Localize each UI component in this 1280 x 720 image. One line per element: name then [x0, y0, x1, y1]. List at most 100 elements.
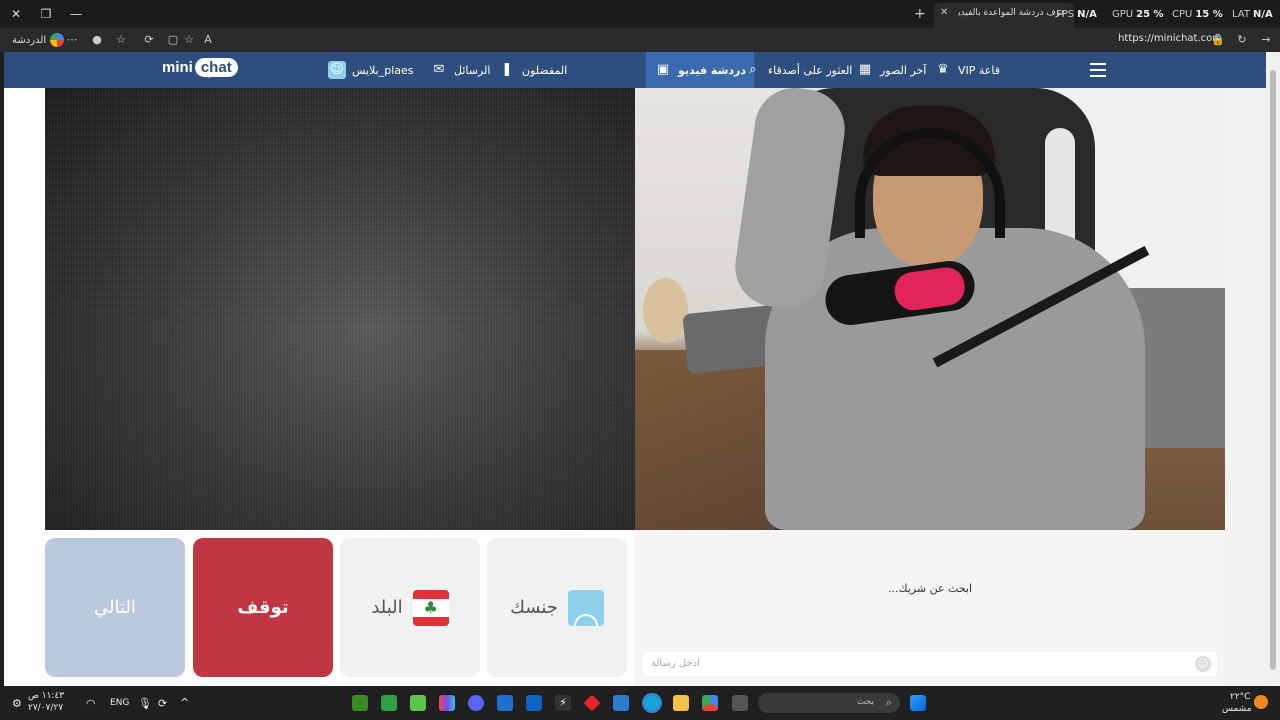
site-nav: mini chat ☺ بلايس_plaes ✉ الرسائل ❚ المف…	[4, 52, 1266, 88]
nav-latest-photos[interactable]: ▦ آخر الصور	[848, 52, 934, 88]
reload-icon[interactable]: ↻	[1234, 32, 1250, 48]
hud-gpu: GPU 25 %	[1112, 9, 1164, 20]
scrollbar-thumb[interactable]	[1270, 70, 1276, 670]
split-screen-icon[interactable]: ▢	[165, 32, 181, 48]
taskbar-search-placeholder: بحث	[856, 697, 874, 707]
envelope-icon: ✉	[433, 62, 445, 77]
message-input-placeholder: ادخل رسالة	[651, 658, 700, 669]
gender-label: جنسك	[510, 597, 558, 618]
nav-favorites-label: المفضلون	[522, 63, 568, 77]
nav-profile-label: بلايس_plaes	[352, 63, 414, 77]
discord-icon[interactable]	[468, 695, 484, 711]
weather-desc[interactable]: مشمس	[1222, 704, 1252, 714]
scrollbar[interactable]	[1266, 52, 1280, 686]
mail-icon[interactable]	[497, 695, 513, 711]
nav-find-friends-label: العثور على أصدقاء	[768, 63, 853, 77]
minecraft-icon[interactable]	[352, 695, 368, 711]
message-input[interactable]: ادخل رسالة ☺	[643, 652, 1217, 676]
gender-selector[interactable]: جنسك	[487, 538, 627, 677]
clock-date[interactable]: ٢٧/٠٧/٢٧	[28, 703, 63, 713]
restore-window-icon[interactable]: ❐	[38, 6, 54, 22]
new-tab-button[interactable]: +	[914, 6, 926, 22]
browser-tab-active[interactable]: ✕ عرف دردشة المواعدة بالفيديو	[934, 3, 1074, 28]
user-avatar-icon: ☺	[328, 61, 346, 79]
stranger-video	[45, 88, 635, 530]
address-bar: الدردشة ⋯ ● ☆ ⟳ ▢ ☆ A https://minichat.c…	[0, 28, 1280, 52]
taskbar-search[interactable]: بحث ⌕	[758, 693, 900, 713]
nav-vip[interactable]: ♛ VIP قاعة	[926, 52, 1008, 88]
language-indicator[interactable]: ENG	[110, 698, 129, 708]
logo-text-mini: mini	[162, 59, 193, 76]
more-icon[interactable]: ⋯	[64, 32, 80, 48]
url-text[interactable]: https://minichat.com	[1118, 33, 1222, 44]
chat-panel: ...ابحث عن شريك ادخل رسالة ☺	[635, 530, 1225, 686]
collections-icon[interactable]: ☆	[113, 32, 129, 48]
country-selector[interactable]: البلد ♣	[340, 538, 480, 677]
diamond-app-icon[interactable]	[583, 694, 601, 712]
settings-icon[interactable]: ⚙	[12, 697, 22, 710]
nav-messages-label: الرسائل	[454, 63, 491, 77]
hud-cpu: CPU 15 %	[1172, 9, 1223, 20]
country-label: البلد	[371, 597, 403, 618]
extensions-icon[interactable]: ⟳	[141, 32, 157, 48]
crown-icon: ♛	[937, 62, 949, 77]
profile-button[interactable]: الدردشة	[6, 31, 70, 49]
tab-title: عرف دردشة المواعدة بالفيديو	[958, 8, 1066, 18]
wifi-icon[interactable]: ◠	[86, 697, 96, 710]
video-chat-icon: ▣	[656, 62, 670, 77]
file-explorer-icon[interactable]	[673, 695, 689, 711]
microphone-icon[interactable]: 🎙	[138, 697, 152, 710]
close-window-icon[interactable]: ✕	[8, 6, 24, 22]
bolt-icon[interactable]: ⚡	[555, 695, 571, 711]
hamburger-menu-icon[interactable]	[1090, 63, 1106, 77]
edge-browser-icon[interactable]	[642, 693, 662, 713]
copilot-app-icon[interactable]	[702, 695, 718, 711]
lebanon-flag-icon: ♣	[412, 589, 449, 626]
sync-icon[interactable]: ⟳	[158, 697, 167, 710]
nav-find-friends[interactable]: ⌕ العثور على أصدقاء	[736, 52, 860, 88]
profile-label: الدردشة	[12, 34, 47, 46]
tab-close-icon[interactable]: ✕	[940, 7, 948, 18]
lute-image	[643, 278, 688, 343]
nav-profile[interactable]: ☺ بلايس_plaes	[320, 52, 422, 88]
media-icon[interactable]	[439, 695, 455, 711]
grid-icon: ▦	[858, 62, 872, 77]
taskbar: ⚙ ١١:٤٣ ص ٢٧/٠٧/٢٧ ◠ ENG 🎙 ⟳ ^ ⚡ بحث ⌕ ٢…	[0, 686, 1280, 720]
app-icon[interactable]	[381, 695, 397, 711]
dropbox-icon[interactable]	[526, 695, 542, 711]
account-icon[interactable]: ●	[89, 32, 105, 48]
play-icon[interactable]	[410, 695, 426, 711]
minichat-logo[interactable]: mini chat	[162, 58, 238, 78]
lock-icon: 🔒	[1211, 33, 1225, 46]
weather-sun-icon[interactable]	[1254, 695, 1268, 709]
windows-start-icon[interactable]	[910, 695, 926, 711]
store-icon[interactable]	[613, 695, 629, 711]
stop-button[interactable]: توقف	[193, 538, 333, 677]
search-icon: ⌕	[885, 696, 892, 709]
next-label: التالي	[94, 597, 136, 618]
back-icon[interactable]: →	[1258, 32, 1274, 48]
emoji-icon[interactable]: ☺	[1195, 656, 1211, 672]
browser-tab-bar: ✕ ❐ — + ✕ عرف دردشة المواعدة بالفيديو FP…	[0, 0, 1280, 28]
logo-text-chat: chat	[194, 58, 238, 78]
nav-messages[interactable]: ✉ الرسائل	[422, 52, 498, 88]
minimize-window-icon[interactable]: —	[68, 6, 84, 22]
search-icon: ⌕	[749, 62, 757, 77]
self-camera-video	[635, 88, 1225, 530]
nav-latest-photos-label: آخر الصور	[880, 63, 927, 77]
tray-chevron-icon[interactable]: ^	[180, 696, 189, 709]
favorite-star-icon[interactable]: ☆	[181, 32, 197, 48]
nav-vip-label: VIP قاعة	[958, 63, 1000, 77]
read-aloud-icon[interactable]: A	[200, 32, 216, 48]
copilot-icon	[50, 33, 65, 47]
next-button[interactable]: التالي	[45, 538, 185, 677]
task-view-icon[interactable]	[732, 695, 748, 711]
nav-favorites[interactable]: ❚ المفضلون	[490, 52, 575, 88]
search-status: ...ابحث عن شريك	[887, 582, 973, 595]
clock-time[interactable]: ١١:٤٣ ص	[28, 691, 64, 701]
stop-label: توقف	[237, 597, 289, 618]
weather-temp[interactable]: ٢٢°C	[1230, 692, 1250, 702]
right-margin	[1225, 88, 1266, 686]
user-icon	[567, 589, 604, 626]
hud-fps: FPS N/A	[1056, 9, 1097, 20]
